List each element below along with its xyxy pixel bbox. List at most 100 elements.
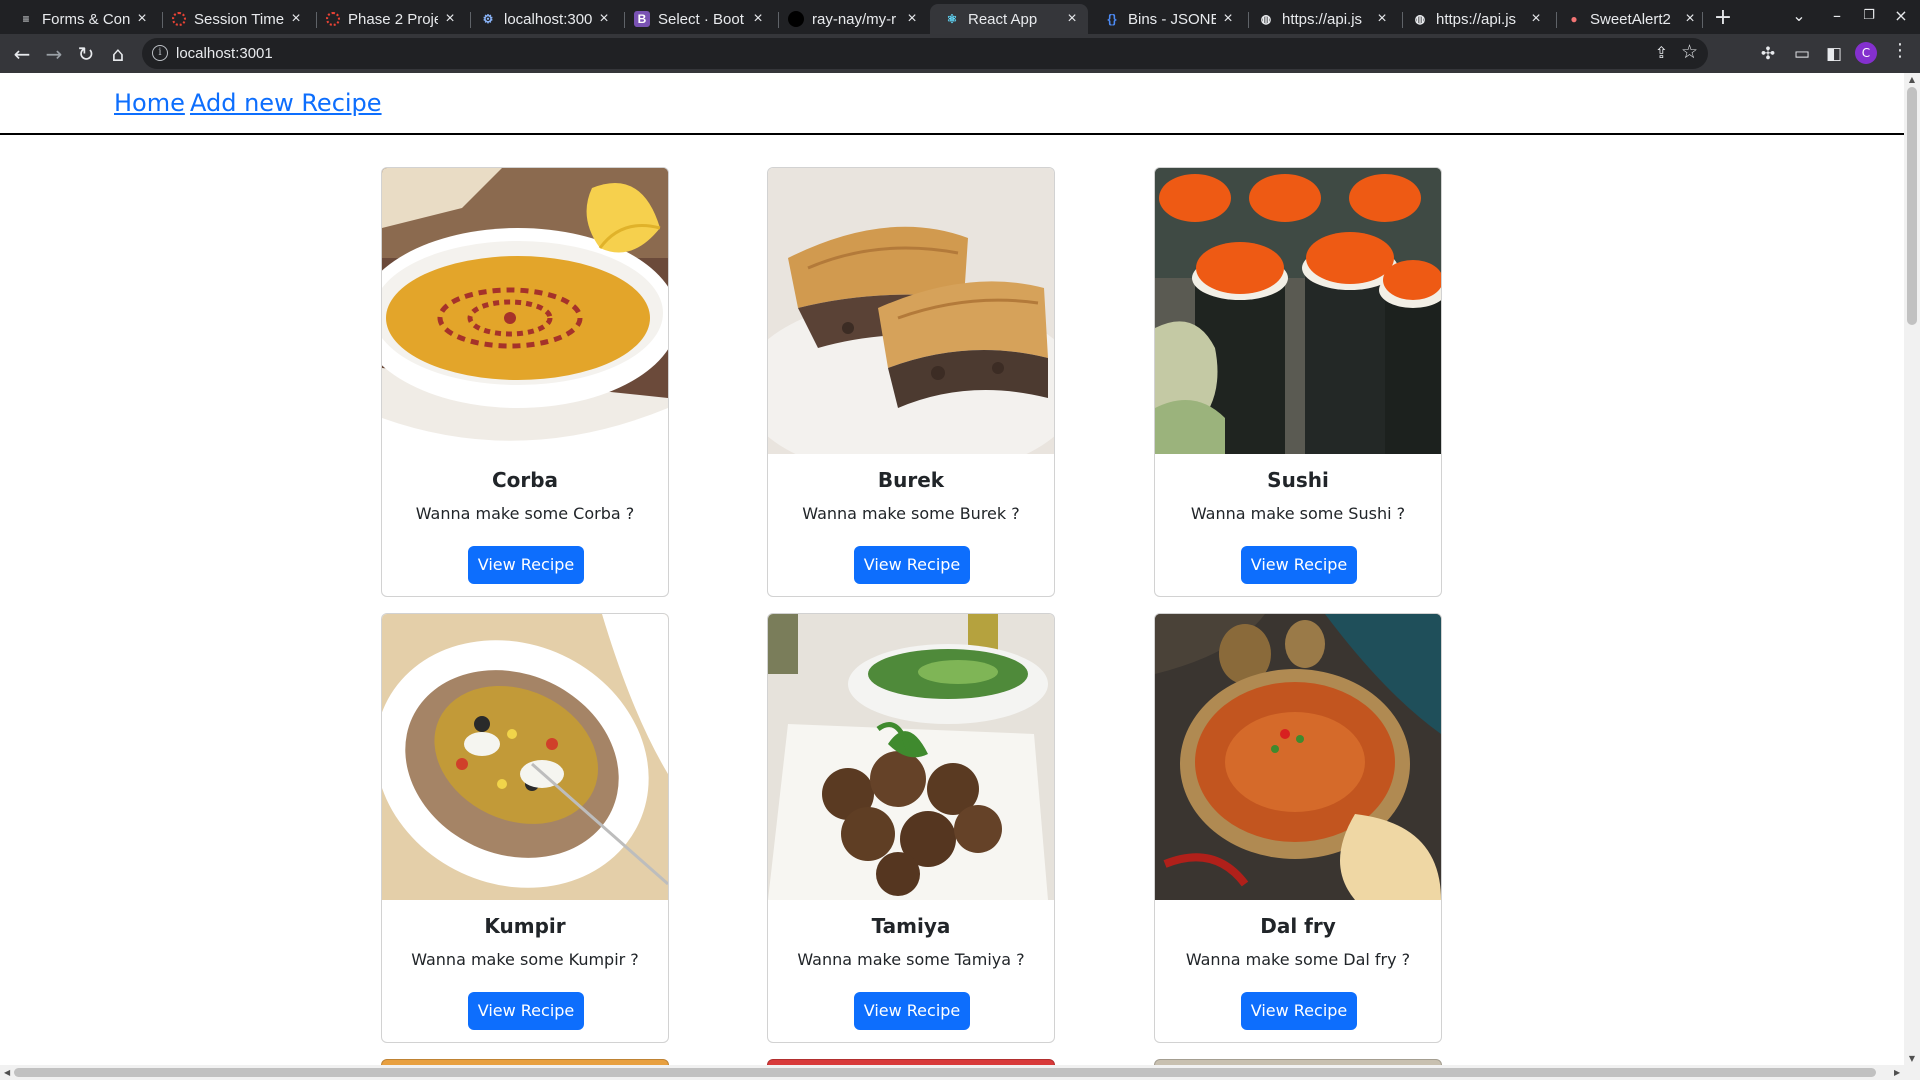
recipe-description: Wanna make some Corba ? xyxy=(415,504,635,523)
recipe-card: Corba Wanna make some Corba ? View Recip… xyxy=(381,167,669,597)
site-info-icon[interactable]: i xyxy=(152,45,168,61)
new-tab-button[interactable]: + xyxy=(1709,4,1737,32)
browser-tab-jsonbin[interactable]: {} Bins - JSONB × xyxy=(1090,4,1244,34)
forms-icon: ≡ xyxy=(22,12,30,26)
bootstrap-icon: B xyxy=(634,11,650,27)
horizontal-scrollbar[interactable]: ◀ ▶ xyxy=(0,1065,1920,1080)
vertical-scrollbar[interactable]: ▲ ▼ xyxy=(1904,73,1920,1065)
browser-tab-phase[interactable]: Phase 2 Proje × xyxy=(312,4,466,34)
recipe-title: Sushi xyxy=(1267,468,1329,492)
tab-label: SweetAlert2 xyxy=(1590,10,1671,28)
tab-label: Phase 2 Proje xyxy=(348,10,438,28)
back-arrow-icon[interactable]: ← xyxy=(10,42,34,66)
page-viewport: Home Add new Recipe Corba Wanna make som… xyxy=(0,73,1904,1065)
browser-tab-api-1[interactable]: ◍ https://api.js × xyxy=(1244,4,1398,34)
browser-menu-icon[interactable]: ⋮ xyxy=(1891,40,1909,61)
recipe-image-dal-fry xyxy=(1155,614,1441,900)
github-icon xyxy=(788,11,804,27)
tab-label: ray-nay/my-r xyxy=(812,10,897,28)
view-recipe-button[interactable]: View Recipe xyxy=(854,546,970,584)
share-icon[interactable]: ⇪ xyxy=(1655,43,1668,62)
recipe-image-sushi xyxy=(1155,168,1441,454)
close-window-icon[interactable]: × xyxy=(1886,6,1916,25)
close-icon[interactable]: × xyxy=(750,10,766,28)
close-icon[interactable]: × xyxy=(1220,10,1236,28)
recipe-card: Burek Wanna make some Burek ? View Recip… xyxy=(767,167,1055,597)
close-icon[interactable]: × xyxy=(1528,10,1544,28)
vertical-scroll-thumb[interactable] xyxy=(1907,87,1917,325)
address-bar-url[interactable]: localhost:3001 xyxy=(176,45,273,62)
recipe-description: Wanna make some Kumpir ? xyxy=(411,950,639,969)
browser-tab-forms[interactable]: ≡ Forms & Con × xyxy=(4,4,158,34)
forward-arrow-icon[interactable]: → xyxy=(42,42,66,66)
tab-label: https://api.js xyxy=(1436,10,1517,28)
browser-tab-github[interactable]: ray-nay/my-r × xyxy=(774,4,928,34)
bookmark-star-icon[interactable]: ☆ xyxy=(1681,41,1698,63)
view-recipe-button[interactable]: View Recipe xyxy=(1241,992,1357,1030)
scroll-left-icon[interactable]: ◀ xyxy=(4,1065,10,1080)
tab-label: localhost:300 xyxy=(504,10,592,28)
browser-tab-strip: ≡ Forms & Con × Session Time × Phase 2 P… xyxy=(0,0,1920,34)
close-icon[interactable]: × xyxy=(596,10,612,28)
cast-icon[interactable]: ▭ xyxy=(1790,42,1814,66)
recipe-image-corba xyxy=(382,168,668,454)
close-icon[interactable]: × xyxy=(904,10,920,28)
recipe-title: Kumpir xyxy=(484,914,566,938)
recipe-title: Tamiya xyxy=(871,914,951,938)
restore-icon[interactable]: ❐ xyxy=(1854,8,1884,23)
recipe-title: Corba xyxy=(491,468,559,492)
view-recipe-button[interactable]: View Recipe xyxy=(468,546,584,584)
nav-home-link[interactable]: Home xyxy=(114,89,185,117)
address-bar[interactable]: i localhost:3001 ⇪ ☆ xyxy=(142,38,1708,69)
browser-tab-localhost[interactable]: ⚙ localhost:300 × xyxy=(466,4,620,34)
recipe-description: Wanna make some Sushi ? xyxy=(1190,504,1406,523)
recipe-card: Tamiya Wanna make some Tamiya ? View Rec… xyxy=(767,613,1055,1043)
view-recipe-button[interactable]: View Recipe xyxy=(468,992,584,1030)
tab-search-icon[interactable]: ⌄ xyxy=(1784,6,1814,25)
tab-label: Session Time xyxy=(194,10,284,28)
tab-label: Bins - JSONB xyxy=(1128,10,1216,28)
view-recipe-button[interactable]: View Recipe xyxy=(854,992,970,1030)
home-icon[interactable]: ⌂ xyxy=(106,42,130,66)
scroll-up-icon[interactable]: ▲ xyxy=(1904,75,1920,84)
recipe-image-kumpir xyxy=(382,614,668,900)
recipe-description: Wanna make some Tamiya ? xyxy=(797,950,1025,969)
browser-tab-session[interactable]: Session Time × xyxy=(158,4,312,34)
extensions-icon[interactable]: ✣ xyxy=(1756,42,1780,66)
browser-toolbar: ← → ↻ ⌂ i localhost:3001 ⇪ ☆ ✣ ▭ ◧ xyxy=(0,34,1920,73)
close-icon[interactable]: × xyxy=(442,10,458,28)
recipe-image-tamiya xyxy=(768,614,1054,900)
close-icon[interactable]: × xyxy=(134,10,150,28)
nav-add-recipe-link[interactable]: Add new Recipe xyxy=(190,89,382,117)
tab-label: https://api.js xyxy=(1282,10,1363,28)
view-recipe-button[interactable]: View Recipe xyxy=(1241,546,1357,584)
recipe-title: Burek xyxy=(877,468,945,492)
sweetalert-icon: ● xyxy=(1570,12,1578,26)
reload-icon[interactable]: ↻ xyxy=(74,42,98,66)
browser-tab-react-app[interactable]: ⚛ React App × xyxy=(930,4,1088,34)
jsonbin-icon: {} xyxy=(1107,12,1117,26)
recipe-title: Dal fry xyxy=(1260,914,1336,938)
session-icon xyxy=(172,12,186,26)
recipe-card: Kumpir Wanna make some Kumpir ? View Rec… xyxy=(381,613,669,1043)
browser-tab-api-2[interactable]: ◍ https://api.js × xyxy=(1398,4,1552,34)
browser-tab-bootstrap[interactable]: B Select · Boot × xyxy=(620,4,774,34)
top-nav: Home Add new Recipe xyxy=(0,73,1904,135)
scroll-right-icon[interactable]: ▶ xyxy=(1894,1065,1900,1080)
browser-tab-sweetalert[interactable]: ● SweetAlert2 × xyxy=(1552,4,1706,34)
profile-avatar[interactable]: C xyxy=(1855,42,1877,64)
close-icon[interactable]: × xyxy=(1374,10,1390,28)
close-icon[interactable]: × xyxy=(1682,10,1698,28)
recipe-image-burek xyxy=(768,168,1054,454)
horizontal-scroll-thumb[interactable] xyxy=(14,1068,1876,1077)
react-icon: ⚛ xyxy=(946,12,958,26)
minimize-icon[interactable]: – xyxy=(1822,6,1852,25)
globe-icon: ◍ xyxy=(1260,12,1272,26)
scroll-down-icon[interactable]: ▼ xyxy=(1904,1054,1920,1063)
localhost-icon: ⚙ xyxy=(482,12,494,26)
close-icon[interactable]: × xyxy=(1064,10,1080,28)
close-icon[interactable]: × xyxy=(288,10,304,28)
recipe-description: Wanna make some Dal fry ? xyxy=(1185,950,1411,969)
side-panel-icon[interactable]: ◧ xyxy=(1822,42,1846,66)
tab-label: React App xyxy=(968,10,1038,28)
